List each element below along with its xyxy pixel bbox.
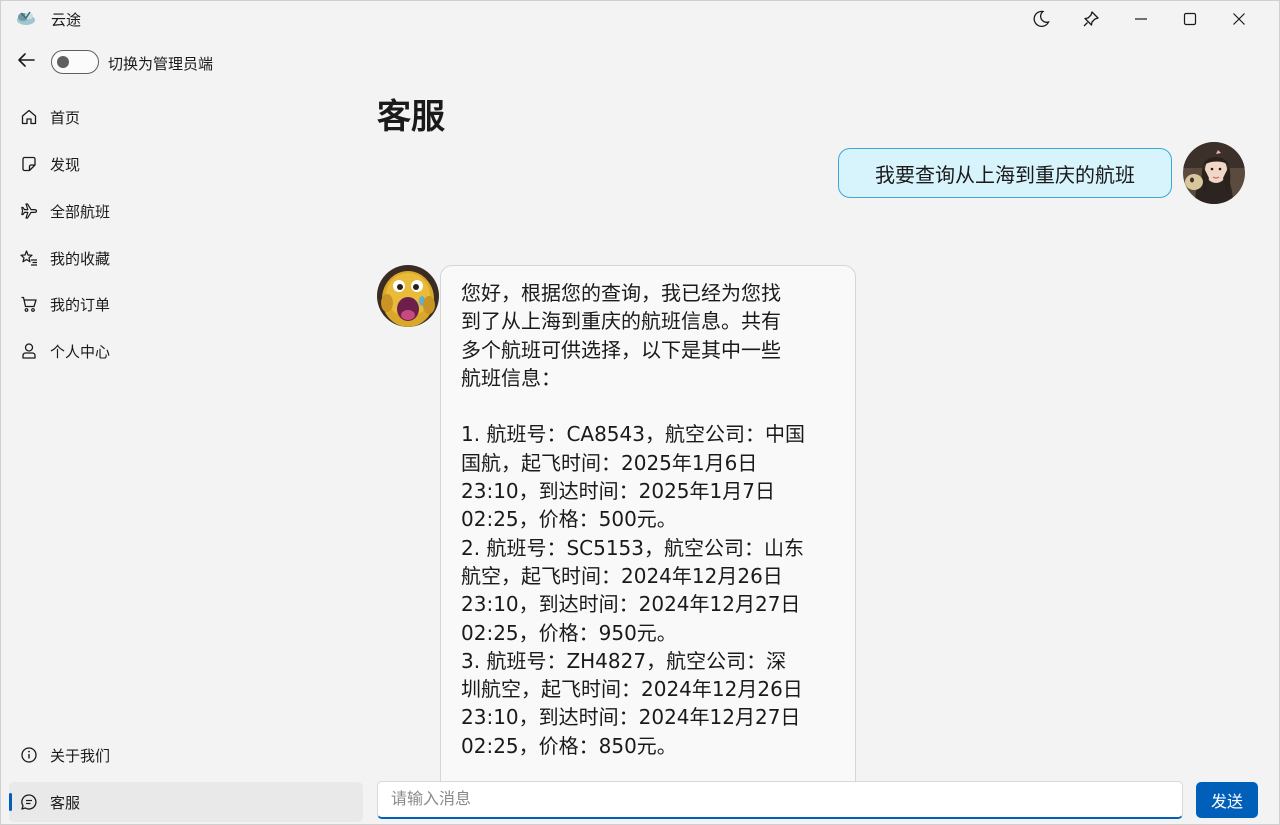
- maximize-button[interactable]: [1166, 1, 1214, 37]
- sidebar-item-home[interactable]: 首页: [9, 97, 363, 137]
- airplane-icon: [17, 199, 41, 223]
- send-button[interactable]: 发送: [1196, 782, 1258, 818]
- admin-mode-toggle[interactable]: [51, 50, 99, 74]
- title-bar: 云途: [1, 1, 1279, 37]
- message-line: 到了从上海到重庆的航班信息。共有: [461, 309, 781, 334]
- close-icon: [1232, 12, 1246, 26]
- sidebar-item-orders[interactable]: 我的订单: [9, 284, 363, 324]
- sidebar-item-about[interactable]: 关于我们: [9, 735, 363, 775]
- message-line: 航空，起飞时间：2024年12月26日: [461, 563, 783, 588]
- message-line: 1. 航班号：CA8543，航空公司：中国: [461, 422, 805, 447]
- back-button[interactable]: [11, 47, 41, 77]
- assistant-avatar: [377, 265, 439, 327]
- chat-icon: [17, 790, 41, 814]
- sidebar-item-label: 个人中心: [50, 342, 111, 361]
- message-line: 您好，根据您的查询，我已经为您找: [461, 281, 781, 305]
- user-avatar: [1183, 142, 1245, 204]
- sidebar-item-label: 关于我们: [50, 746, 111, 765]
- active-indicator: [9, 793, 12, 811]
- sticky-note-icon: [17, 152, 41, 176]
- sidebar-item-label: 我的收藏: [50, 249, 111, 268]
- app-window: 云途 切换为管理员端 首页 发现 全部航班 我的收藏 我的订单 个人中心 关于我…: [0, 0, 1280, 825]
- star-list-icon: [17, 246, 41, 270]
- message-line: 02:25，价格：500元。: [461, 507, 677, 532]
- sidebar-item-label: 全部航班: [50, 202, 111, 221]
- app-title: 云途: [51, 11, 82, 29]
- sidebar-item-customer-service[interactable]: 客服: [9, 782, 363, 822]
- close-button[interactable]: [1215, 1, 1263, 37]
- cart-icon: [17, 292, 41, 316]
- message-line: 多个航班可供选择，以下是其中一些: [461, 337, 781, 362]
- message-line: 02:25，价格：850元。: [461, 733, 677, 758]
- minimize-icon: [1134, 12, 1148, 26]
- user-message-text: 我要查询从上海到重庆的航班: [875, 162, 1135, 187]
- user-message-bubble: 我要查询从上海到重庆的航班: [838, 148, 1172, 198]
- message-line: 23:10，到达时间：2024年12月27日: [461, 705, 801, 730]
- sidebar-item-all-flights[interactable]: 全部航班: [9, 191, 363, 231]
- message-line: 航班信息：: [461, 365, 561, 390]
- sidebar-item-label: 客服: [50, 793, 81, 812]
- home-icon: [17, 105, 41, 129]
- page-title: 客服: [377, 97, 445, 137]
- sidebar-item-favorites[interactable]: 我的收藏: [9, 238, 363, 278]
- toggle-knob: [57, 56, 69, 68]
- message-line: [461, 392, 843, 420]
- pin-button[interactable]: [1067, 1, 1115, 37]
- app-logo-icon: [15, 9, 37, 27]
- moon-icon: [1032, 10, 1050, 28]
- pin-icon: [1082, 10, 1100, 28]
- message-line: 2. 航班号：SC5153，航空公司：山东: [461, 535, 804, 560]
- sidebar-item-label: 我的订单: [50, 295, 111, 314]
- sidebar-item-label: 首页: [50, 108, 81, 127]
- theme-toggle-button[interactable]: [1017, 1, 1065, 37]
- info-icon: [17, 743, 41, 767]
- message-line: 23:10，到达时间：2024年12月27日: [461, 592, 801, 617]
- message-line: 02:25，价格：950元。: [461, 620, 677, 645]
- message-line: 23:10，到达时间：2025年1月7日: [461, 479, 775, 504]
- message-line: 国航，起飞时间：2025年1月6日: [461, 450, 758, 475]
- sidebar-item-discover[interactable]: 发现: [9, 144, 363, 184]
- sidebar-item-label: 发现: [50, 155, 81, 174]
- message-line: 3. 航班号：ZH4827，航空公司：深: [461, 648, 787, 673]
- admin-mode-toggle-label: 切换为管理员端: [108, 55, 214, 73]
- minimize-button[interactable]: [1117, 1, 1165, 37]
- assistant-message-bubble: 您好，根据您的查询，我已经为您找 到了从上海到重庆的航班信息。共有 多个航班可供…: [440, 265, 856, 795]
- message-input[interactable]: [377, 781, 1183, 819]
- sidebar-item-profile[interactable]: 个人中心: [9, 331, 363, 371]
- person-icon: [17, 339, 41, 363]
- maximize-icon: [1183, 12, 1197, 26]
- arrow-left-icon: [17, 52, 35, 72]
- message-line: 圳航空，起飞时间：2024年12月26日: [461, 677, 803, 702]
